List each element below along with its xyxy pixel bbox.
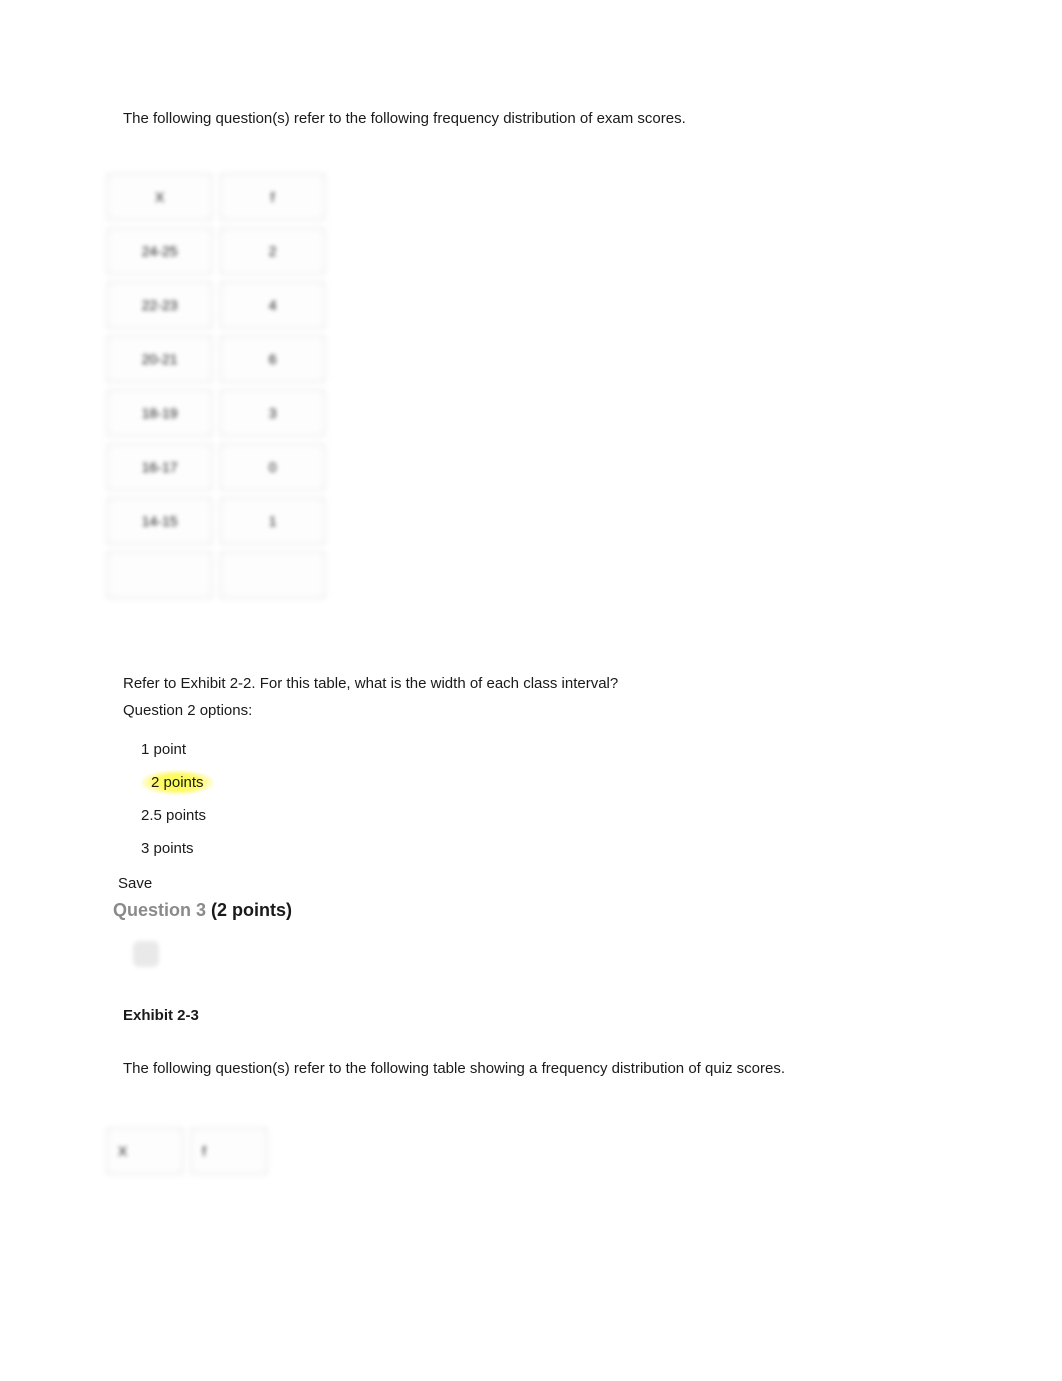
- table-row: 20-21 6: [106, 335, 326, 383]
- cell-x: 20-21: [106, 335, 213, 383]
- cell-f: 6: [219, 335, 326, 383]
- table-header-f: f: [190, 1127, 268, 1175]
- cell-f: [219, 551, 326, 599]
- table-header-x: X: [106, 1127, 184, 1175]
- intro-text-2: The following question(s) refer to the f…: [123, 1060, 1062, 1077]
- table-header-x: X: [106, 173, 213, 221]
- option-label: 1 point: [141, 741, 186, 758]
- page-content: The following question(s) refer to the f…: [0, 0, 1062, 1381]
- table-row: X f: [106, 1127, 268, 1175]
- table-row: 22-23 4: [106, 281, 326, 329]
- option-label: 3 points: [141, 840, 194, 857]
- question-points: (2 points): [211, 900, 292, 920]
- option-label: 2.5 points: [141, 807, 206, 824]
- cell-x: 24-25: [106, 227, 213, 275]
- cell-x: 22-23: [106, 281, 213, 329]
- table-row: X f: [106, 173, 326, 221]
- question-3-icon-area: [113, 939, 1062, 983]
- save-button[interactable]: Save: [118, 875, 1062, 892]
- cell-x: 18-19: [106, 389, 213, 437]
- option-4[interactable]: 3 points: [123, 832, 1062, 865]
- cell-f: 1: [219, 497, 326, 545]
- table-row: [106, 551, 326, 599]
- question-3-heading: Question 3 (2 points): [113, 900, 1062, 921]
- question-number: Question 3: [113, 900, 211, 920]
- table-row: 14-15 1: [106, 497, 326, 545]
- cell-f: 3: [219, 389, 326, 437]
- cell-f: 0: [219, 443, 326, 491]
- intro-text-1: The following question(s) refer to the f…: [123, 110, 1062, 127]
- exhibit-3-title: Exhibit 2-3: [123, 1007, 1062, 1024]
- cell-f: 4: [219, 281, 326, 329]
- question-2-options-label: Question 2 options:: [123, 702, 1062, 719]
- cell-x: [106, 551, 213, 599]
- option-2[interactable]: 2 points: [123, 766, 1062, 799]
- cell-f: 2: [219, 227, 326, 275]
- option-3[interactable]: 2.5 points: [123, 799, 1062, 832]
- question-2-options: 1 point 2 points 2.5 points 3 points: [123, 733, 1062, 865]
- cell-x: 14-15: [106, 497, 213, 545]
- table-row: 18-19 3: [106, 389, 326, 437]
- table-row: 24-25 2: [106, 227, 326, 275]
- frequency-table-2: X f: [100, 1121, 274, 1181]
- option-1[interactable]: 1 point: [123, 733, 1062, 766]
- cell-x: 16-17: [106, 443, 213, 491]
- frequency-table-1: X f 24-25 2 22-23 4 20-21 6 18-19 3 16-1…: [100, 167, 332, 605]
- placeholder-icon: [133, 941, 159, 967]
- question-2-prompt: Refer to Exhibit 2-2. For this table, wh…: [123, 675, 1062, 692]
- option-label: 2 points: [141, 770, 214, 795]
- table-row: 16-17 0: [106, 443, 326, 491]
- table-header-f: f: [219, 173, 326, 221]
